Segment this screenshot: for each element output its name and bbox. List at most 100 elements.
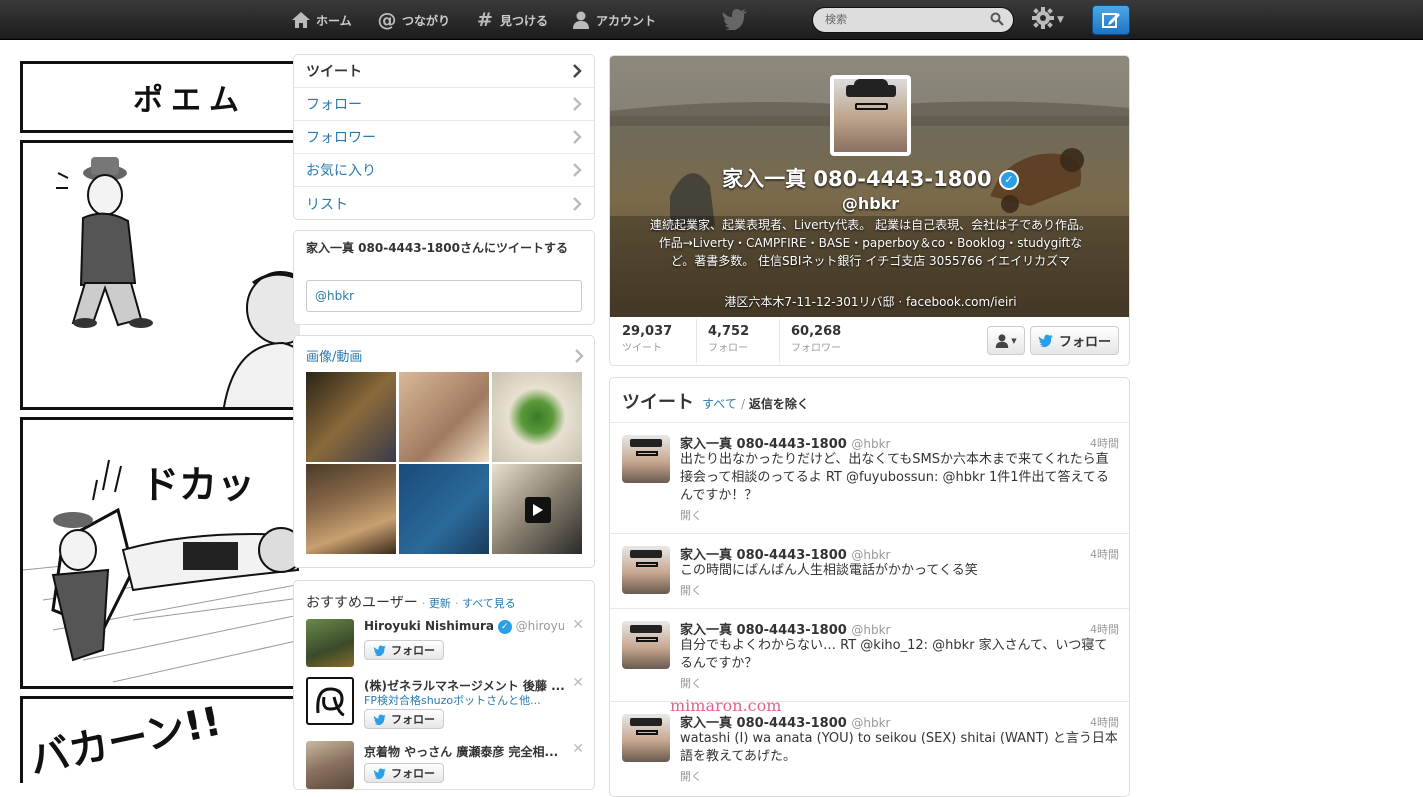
tweet-author[interactable]: 家入一真 080-4443-1800 @hbkr xyxy=(680,544,890,563)
nav-discover[interactable]: # 見つける xyxy=(474,0,548,40)
compose-tweet-button[interactable] xyxy=(1092,5,1130,35)
sidenav-followers-label: フォロワー xyxy=(306,130,376,146)
stat-followers[interactable]: 60,268 フォロワー xyxy=(791,324,841,354)
tweet-timestamp[interactable]: 4時間 xyxy=(1090,621,1119,637)
twitter-bird-icon xyxy=(373,714,386,725)
filter-all-link[interactable]: すべて xyxy=(702,397,737,411)
avatar[interactable] xyxy=(622,621,670,669)
tweet-text: watashi (I) wa anata (YOU) to seikou (SE… xyxy=(680,731,1118,764)
tweet-expand-link[interactable]: 開く xyxy=(680,675,702,691)
profile-name: 家入一真 080-4443-1800 xyxy=(722,167,992,191)
stat-tweets[interactable]: 29,037 ツイート xyxy=(622,324,672,354)
media-thumb-1[interactable] xyxy=(306,372,396,462)
avatar[interactable] xyxy=(306,741,354,789)
timeline-header: ツイート すべて / 返信を除く xyxy=(622,392,809,413)
compose-icon xyxy=(1102,13,1120,28)
sidenav-tweets[interactable]: ツイート xyxy=(294,55,594,88)
media-thumb-5[interactable] xyxy=(399,464,489,554)
stat-following[interactable]: 4,752 フォロー xyxy=(708,324,749,354)
tweet-item[interactable]: 家入一真 080-4443-1800 @hbkr 4時間 自分でもよくわからない… xyxy=(610,608,1129,701)
tweet-expand-link[interactable]: 開く xyxy=(680,768,702,784)
nav-connect[interactable]: @ つながり xyxy=(376,0,451,40)
tweet-expand-link[interactable]: 開く xyxy=(680,507,702,523)
stat-divider xyxy=(696,319,697,363)
search-input[interactable]: 検索 xyxy=(812,7,1014,33)
person-icon xyxy=(996,333,1009,348)
avatar[interactable] xyxy=(622,435,670,483)
chevron-right-icon xyxy=(573,163,582,177)
avatar[interactable] xyxy=(622,714,670,762)
chevron-down-icon: ▼ xyxy=(1011,336,1017,345)
twitter-bird-icon xyxy=(373,645,386,656)
follow-button[interactable]: フォロー xyxy=(364,640,444,660)
profile-avatar[interactable] xyxy=(830,75,911,156)
background-comic: ポエム ドカッ バカーン!! xyxy=(0,41,300,783)
comic-sfx-2: バカーン!! xyxy=(26,699,226,783)
stat-tweets-value: 29,037 xyxy=(622,324,673,339)
wtf-user: 京着物 やっさん 廣瀬泰彦 完全相... フォロー ✕ xyxy=(306,741,584,789)
twitter-bird-icon xyxy=(1038,334,1054,347)
tweet-expand-link[interactable]: 開く xyxy=(680,582,702,598)
follow-button[interactable]: フォロー xyxy=(364,709,444,729)
media-thumb-2[interactable] xyxy=(399,372,489,462)
avatar[interactable] xyxy=(622,546,670,594)
sidenav-followers[interactable]: フォロワー xyxy=(294,121,594,154)
media-thumb-6[interactable] xyxy=(492,464,582,554)
twitter-bird-logo[interactable] xyxy=(722,8,748,34)
chevron-right-icon xyxy=(573,196,582,211)
user-actions-dropdown[interactable]: ▼ xyxy=(987,326,1025,355)
tweet-text: 自分でもよくわからない… RT @kiho_12: @hbkr 家入さんて、いつ… xyxy=(680,638,1108,671)
tweet-timestamp[interactable]: 4時間 xyxy=(1090,546,1119,562)
profile-url[interactable]: facebook.com/ieiri xyxy=(906,295,1017,309)
avatar[interactable] xyxy=(306,677,354,725)
home-icon xyxy=(290,9,312,31)
nav-home[interactable]: ホーム xyxy=(290,0,352,40)
profile-photo xyxy=(834,79,907,152)
tweet-item[interactable]: 家入一真 080-4443-1800 @hbkr 4時間 出たり出なかったりだけ… xyxy=(610,422,1129,533)
stat-followers-value: 60,268 xyxy=(791,324,842,339)
tweet-author-name: 家入一真 080-4443-1800 xyxy=(680,437,847,452)
tweet-author[interactable]: 家入一真 080-4443-1800 @hbkr xyxy=(680,433,890,452)
tweet-author[interactable]: 家入一真 080-4443-1800 @hbkr xyxy=(680,619,890,638)
wtf-user-name[interactable]: Hiroyuki Nishimura xyxy=(364,619,494,633)
media-thumb-3[interactable] xyxy=(492,372,582,462)
media-header[interactable]: 画像/動画 xyxy=(306,346,584,365)
wtf-user-handle: @hiroyu... xyxy=(515,619,564,633)
tweet-author-name: 家入一真 080-4443-1800 xyxy=(680,716,847,731)
nav-account[interactable]: アカウント xyxy=(570,0,656,40)
sidenav-lists[interactable]: リスト xyxy=(294,187,594,220)
tweet-to-title: 家入一真 080-4443-1800さんにツイートする xyxy=(306,241,568,255)
wtf-refresh-link[interactable]: 更新 xyxy=(429,597,451,610)
tweet-timestamp[interactable]: 4時間 xyxy=(1090,435,1119,451)
nav-home-label: ホーム xyxy=(316,13,352,28)
wtf-view-all-link[interactable]: すべて見る xyxy=(462,597,516,610)
avatar[interactable] xyxy=(306,619,354,667)
timeline-title: ツイート xyxy=(622,392,694,413)
search-icon[interactable] xyxy=(990,12,1006,28)
profile-follow-button[interactable]: フォロー xyxy=(1030,326,1119,355)
tweet-timestamp[interactable]: 4時間 xyxy=(1090,714,1119,730)
dismiss-icon[interactable]: ✕ xyxy=(572,675,584,691)
profile-bio: 連続起業家、起業表現者、Liverty代表。 起業は自己表現、会社は子であり作品… xyxy=(650,218,1091,268)
wtf-user-context[interactable]: FP検対合格shuzoボットさんと他... xyxy=(364,692,574,708)
tweet-author-handle: @hbkr xyxy=(851,623,891,637)
sidenav-favorites[interactable]: お気に入り xyxy=(294,154,594,187)
stat-divider xyxy=(779,319,780,363)
chevron-right-icon xyxy=(573,130,582,144)
wtf-user-name[interactable]: 京着物 やっさん 廣瀬泰彦 完全相... xyxy=(364,743,564,760)
settings-menu[interactable]: ▼ xyxy=(1032,7,1072,32)
dismiss-icon[interactable]: ✕ xyxy=(572,617,584,633)
follow-button[interactable]: フォロー xyxy=(364,763,444,783)
play-icon[interactable] xyxy=(525,497,551,523)
dismiss-icon[interactable]: ✕ xyxy=(572,741,584,757)
tweet-item[interactable]: 家入一真 080-4443-1800 @hbkr 4時間 この時間にばんばん人生… xyxy=(610,533,1129,608)
tweet-to-input[interactable]: @hbkr xyxy=(306,280,582,312)
stat-followers-label: フォロワー xyxy=(791,343,841,354)
media-thumb-4[interactable] xyxy=(306,464,396,554)
nav-account-label: アカウント xyxy=(596,13,657,28)
tweet-text: この時間にばんばん人生相談電話がかかってくる笑 xyxy=(680,563,978,578)
stat-tweets-label: ツイート xyxy=(622,343,662,354)
sidenav-following[interactable]: フォロー xyxy=(294,88,594,121)
media-module: 画像/動画 xyxy=(293,335,595,568)
filter-no-replies[interactable]: 返信を除く xyxy=(749,397,809,411)
